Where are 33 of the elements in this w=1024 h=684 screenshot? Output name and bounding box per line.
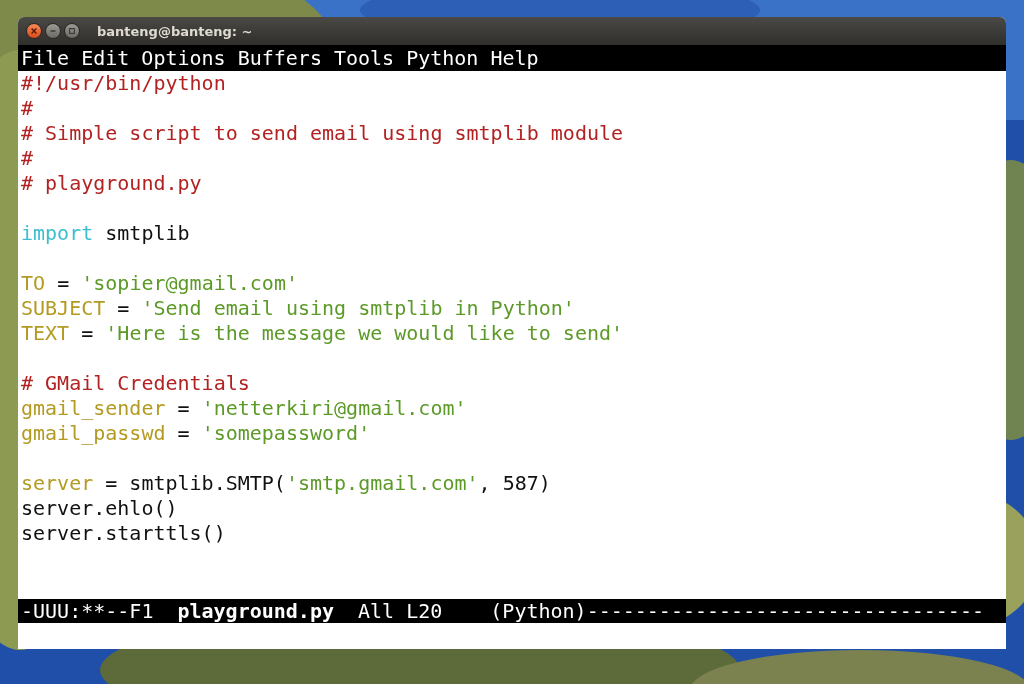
code-line: SUBJECT = 'Send email using smtplib in Python' <box>21 296 575 321</box>
buffer-name: playground.py <box>177 599 334 623</box>
code-line: gmail_passwd = 'somepassword' <box>21 421 371 446</box>
code-line: #!/usr/bin/python <box>21 71 226 96</box>
buffer-position: All L20 <box>358 599 443 623</box>
code-line: import smtplib <box>21 220 190 246</box>
maximize-icon <box>68 27 76 35</box>
menu-item[interactable]: Options <box>141 46 226 70</box>
maximize-button[interactable] <box>64 23 80 39</box>
menu-item[interactable]: Help <box>490 46 539 70</box>
code-line: server = smtplib.SMTP('smtp.gmail.com', 587) <box>21 470 551 496</box>
code-line: # <box>21 146 34 171</box>
close-button[interactable] <box>26 23 42 39</box>
code-line: server.ehlo() <box>21 496 178 521</box>
menu-item[interactable]: Tools <box>333 46 395 70</box>
menu-item[interactable]: File <box>21 46 70 70</box>
window-title: banteng@banteng: ~ <box>97 23 253 39</box>
code-line: # Simple script to send email using smtplib module <box>21 121 624 146</box>
code-line: gmail_sender = 'netterkiri@gmail.com' <box>21 396 467 421</box>
close-icon <box>30 27 38 35</box>
code-line: server.starttls() <box>21 521 226 546</box>
minimize-icon <box>49 27 57 35</box>
menu-item[interactable]: Buffers <box>237 46 322 70</box>
major-mode: (Python)--------------------------------- <box>490 599 984 623</box>
code-line: # playground.py <box>21 171 202 196</box>
code-line: # <box>21 96 34 121</box>
minimize-button[interactable] <box>45 23 61 39</box>
code-line: TEXT = 'Here is the message we would like to send' <box>21 321 624 346</box>
code-line: TO = 'sopier@gmail.com' <box>21 270 298 296</box>
code-line: # GMail Credentials <box>21 370 250 396</box>
menu-item[interactable]: Edit <box>81 46 130 70</box>
menu-item[interactable]: Python <box>406 46 479 70</box>
status-flags: -UUU:**--F1 <box>21 599 154 623</box>
